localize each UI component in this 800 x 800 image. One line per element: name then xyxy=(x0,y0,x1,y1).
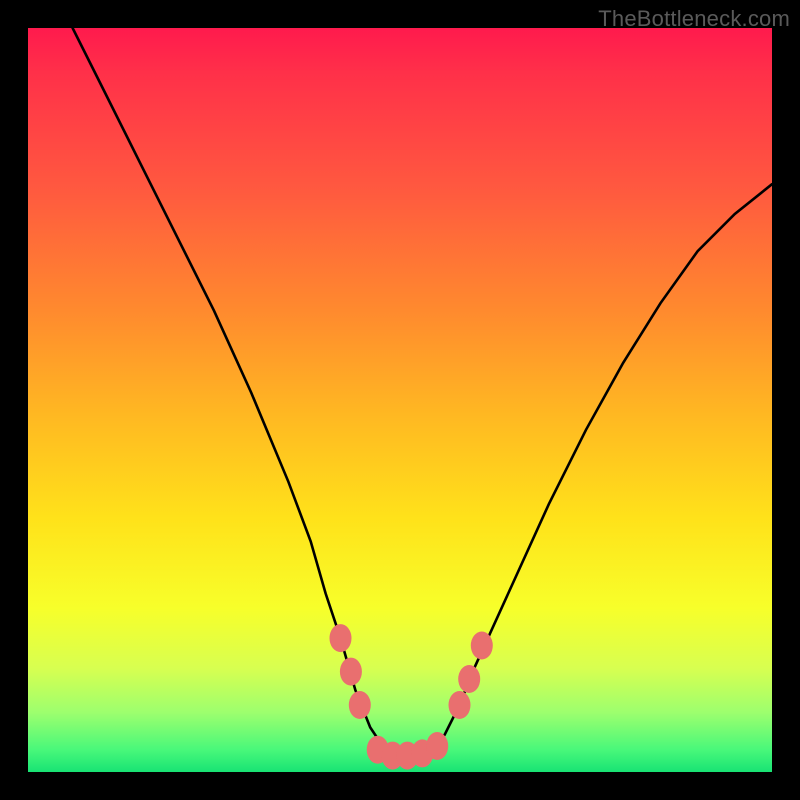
marker-left-upper xyxy=(330,624,352,652)
marker-trough-2 xyxy=(382,742,404,770)
marker-left-mid xyxy=(340,658,362,686)
bottleneck-curve-path xyxy=(73,28,772,757)
marker-right-mid xyxy=(458,665,480,693)
chart-frame: TheBottleneck.com xyxy=(0,0,800,800)
marker-right-upper xyxy=(471,632,493,660)
marker-left-lower xyxy=(349,691,371,719)
marker-trough-4 xyxy=(411,739,433,767)
marker-right-lower xyxy=(449,691,471,719)
marker-trough-3 xyxy=(396,742,418,770)
curve-layer xyxy=(28,28,772,772)
plot-area xyxy=(28,28,772,772)
marker-group xyxy=(330,624,493,770)
marker-trough-5 xyxy=(426,732,448,760)
marker-trough-1 xyxy=(367,736,389,764)
